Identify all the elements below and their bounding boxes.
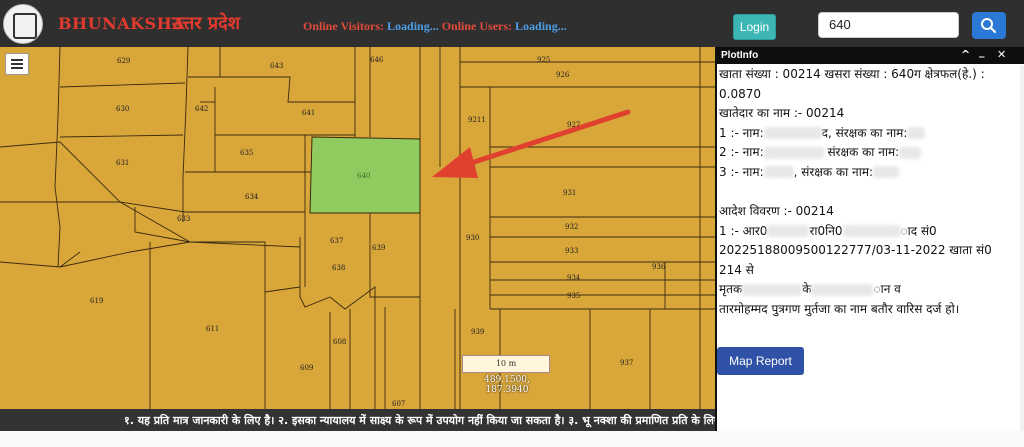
top-header: BHUNAKSHA उत्तर प्रदेश Online Visitors: …	[0, 0, 1024, 47]
plot-label: 611	[206, 325, 219, 333]
plot-label: 936	[652, 263, 666, 271]
plot-label: 9211	[468, 116, 486, 124]
plot-label: 937	[620, 359, 633, 367]
plot-label: 619	[90, 297, 103, 305]
panel-title: PlotInfo	[721, 50, 759, 61]
panel-titlebar: PlotInfo ^ _ ✕	[717, 45, 1024, 64]
search-button[interactable]	[972, 12, 1006, 39]
owner-1-guardian: द, संरक्षक का नाम:	[821, 125, 908, 140]
khata-line: खाता संख्या : 00214 खसरा संख्या : 640ग क…	[719, 67, 985, 81]
up-emblem-logo	[3, 4, 43, 44]
cursor-coordinates: 489.1500, 187.3940	[484, 375, 530, 395]
order-detail: मृतक केान व	[719, 280, 1017, 300]
minimize-icon[interactable]: _	[979, 45, 985, 58]
plot-info-panel: PlotInfo ^ _ ✕ खाता संख्या : 00214 खसरा …	[715, 45, 1024, 431]
plot-label: 932	[565, 223, 578, 231]
login-button[interactable]: Login	[733, 14, 776, 40]
plot-label: 930	[466, 234, 479, 242]
plot-label: 637	[330, 237, 343, 245]
collapse-icon[interactable]: ^	[961, 48, 970, 61]
panel-scrollbar[interactable]	[1020, 65, 1024, 431]
order-1: 1 :- आर0 रा0नि0ाद सं0	[719, 222, 1017, 242]
plot-label: 927	[567, 121, 580, 129]
users-label: Online Users:	[441, 19, 513, 33]
map-report-button[interactable]: Map Report	[717, 347, 804, 375]
visitors-value: Loading...	[387, 19, 439, 33]
order-detail-c: ान व	[873, 282, 901, 296]
order-detail-a: मृतक	[719, 282, 743, 296]
plot-label: 640	[357, 172, 370, 180]
scale-bar: 10 m	[462, 355, 550, 373]
plot-label: 633	[177, 215, 190, 223]
order-header: आदेश विवरण :- 00214	[719, 204, 834, 218]
search-input[interactable]: 640	[818, 12, 959, 38]
order-number: 20225188009500122777/03-11-2022 खाता सं0…	[719, 243, 992, 277]
plot-label: 635	[240, 149, 253, 157]
map-canvas[interactable]: 629 643 646 630 642 641 631 635 634 633 …	[0, 47, 715, 409]
order-1-prefix: 1 :- आर0	[719, 223, 768, 238]
plot-label: 629	[117, 57, 130, 65]
bottom-strip	[0, 431, 1024, 447]
plot-label: 646	[370, 56, 384, 64]
area-value: 0.0870	[719, 86, 761, 101]
users-value: Loading...	[515, 19, 567, 33]
owner-header: खातेदार का नाम :- 00214	[719, 106, 845, 120]
owner-2: 2 :- नाम: संरक्षक का नाम:	[719, 143, 1017, 163]
owner-1-label: 1 :- नाम:	[719, 125, 764, 140]
plot-label: 925	[537, 56, 550, 64]
disclaimer-text: १. यह प्रति मात्र जानकारी के लिए है। २. …	[124, 414, 715, 427]
plot-label: 638	[332, 264, 345, 272]
order-conclusion: तारमोहम्मद पुत्रगण मुर्तजा का नाम बतौर व…	[719, 301, 960, 316]
plot-label: 609	[300, 364, 313, 372]
plot-label: 639	[372, 244, 385, 252]
order-detail-b: के	[802, 282, 812, 296]
menu-toggle-button[interactable]	[5, 53, 29, 75]
search-icon	[981, 18, 997, 34]
owner-3-guardian: , संरक्षक का नाम:	[793, 164, 874, 179]
brand-hindi: उत्तर प्रदेश	[172, 13, 240, 34]
owner-1: 1 :- नाम: द, संरक्षक का नाम:	[719, 124, 1017, 144]
brand-latin: BHUNAKSHA	[58, 14, 186, 33]
plot-label: 934	[567, 274, 581, 282]
plot-label: 935	[567, 292, 580, 300]
order-1-suffix: ाद सं0	[900, 223, 937, 238]
plot-label: 634	[245, 193, 259, 201]
order-1-mid: रा0नि0	[809, 223, 843, 238]
emblem-icon	[13, 13, 37, 39]
plot-label: 931	[563, 189, 576, 197]
plot-label: 643	[270, 62, 283, 70]
disclaimer-ticker: १. यह प्रति मात्र जानकारी के लिए है। २. …	[0, 409, 715, 431]
plot-label: 641	[302, 109, 315, 117]
visitors-label: Online Visitors:	[303, 19, 385, 33]
plot-label: 631	[116, 159, 129, 167]
plot-label: 933	[565, 247, 578, 255]
close-icon[interactable]: ✕	[997, 48, 1006, 61]
owner-3-label: 3 :- नाम:	[719, 164, 764, 179]
plot-label: 939	[471, 328, 484, 336]
plot-label: 926	[556, 71, 570, 79]
owner-3: 3 :- नाम: , संरक्षक का नाम:	[719, 163, 1017, 183]
app-frame: BHUNAKSHA उत्तर प्रदेश Online Visitors: …	[0, 0, 1024, 447]
owner-2-label: 2 :- नाम:	[719, 145, 764, 159]
plot-label: 608	[333, 338, 346, 346]
plot-label: 642	[195, 105, 208, 113]
plot-label: 607	[392, 400, 405, 408]
owner-2-guardian: संरक्षक का नाम:	[823, 145, 900, 159]
plot-details: खाता संख्या : 00214 खसरा संख्या : 640ग क…	[717, 65, 1020, 431]
online-stats: Online Visitors: Loading... Online Users…	[303, 19, 567, 34]
plot-label: 630	[116, 105, 129, 113]
